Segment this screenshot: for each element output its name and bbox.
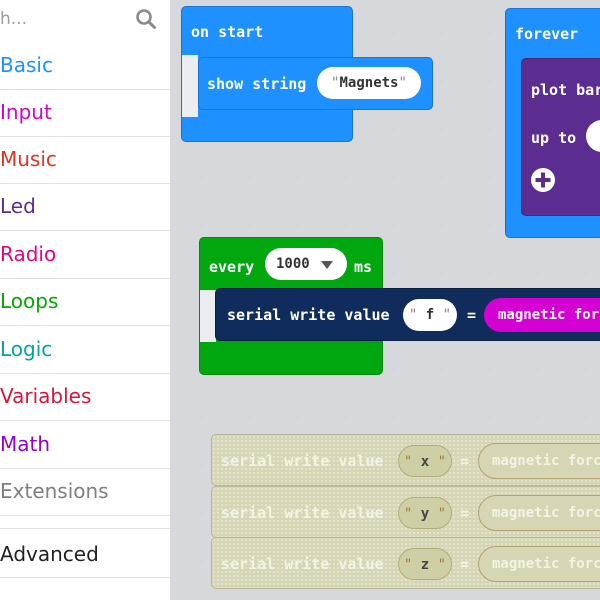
block-label: plot bar — [531, 81, 600, 99]
name-value: z — [420, 557, 430, 573]
category-label: Advanced — [0, 542, 99, 566]
quote-mark: " — [442, 307, 452, 323]
string-input[interactable]: "Magnets" — [317, 67, 421, 99]
reporter-label: magnetic force — [492, 505, 600, 521]
category-label: Math — [0, 432, 51, 456]
equals-sign: = — [467, 306, 477, 324]
name-value: x — [420, 454, 430, 470]
category-music[interactable]: Music — [0, 137, 170, 184]
equals-sign: = — [460, 555, 470, 573]
category-label: Basic — [0, 53, 53, 77]
quote-mark: " — [403, 454, 413, 470]
category-label: Radio — [0, 242, 57, 266]
string-value: Magnets — [339, 75, 399, 91]
name-input[interactable]: " x " — [398, 445, 452, 477]
block-label: forever — [515, 25, 579, 43]
block-label: serial write value — [227, 306, 390, 324]
block-label: on start — [191, 23, 264, 41]
chevron-down-icon — [321, 261, 333, 269]
disabled-serial-write-block[interactable]: serial write value " z " = magnetic forc… — [211, 537, 600, 589]
toolbox: h... Basic Input Music Led Radio Loops L… — [0, 0, 171, 600]
category-logic[interactable]: Logic — [0, 327, 170, 374]
disabled-serial-write-block[interactable]: serial write value " x " = magnetic forc… — [211, 434, 600, 486]
plus-circle-icon[interactable] — [530, 167, 556, 193]
category-label: Logic — [0, 337, 53, 361]
category-advanced[interactable]: Advanced — [0, 528, 170, 578]
block-label: serial write value — [221, 504, 384, 522]
category-label: Extensions — [0, 479, 109, 503]
equals-sign: = — [460, 504, 470, 522]
category-label: Led — [0, 194, 36, 218]
magnetic-force-reporter[interactable]: magnetic force — [478, 443, 600, 479]
name-value: y — [420, 506, 430, 522]
block-label: every — [209, 258, 255, 276]
plot-bar-graph-block[interactable]: plot bar up to — [521, 58, 600, 216]
category-label: Input — [0, 100, 52, 124]
search-input[interactable]: h... — [0, 9, 27, 29]
name-input[interactable]: " f " — [403, 299, 457, 331]
category-label: Variables — [0, 384, 92, 408]
magnetic-force-reporter[interactable]: magnetic force — [478, 495, 600, 531]
quote-mark: " — [437, 506, 447, 522]
category-extensions[interactable]: Extensions — [0, 469, 170, 516]
blocks-workspace[interactable]: on start show string "Magnets" forever p… — [171, 0, 600, 600]
name-input[interactable]: " y " — [398, 497, 452, 529]
name-input[interactable]: " z " — [398, 548, 452, 580]
quote-mark: " — [398, 75, 407, 91]
category-radio[interactable]: Radio — [0, 232, 170, 279]
category-input[interactable]: Input — [0, 90, 170, 137]
block-label: ms — [354, 258, 373, 276]
magnetic-force-reporter[interactable]: magnetic force — [478, 546, 600, 582]
category-label: Loops — [0, 289, 59, 313]
interval-value: 1000 — [276, 256, 310, 272]
up-to-input[interactable] — [586, 120, 600, 152]
block-label: up to — [531, 129, 577, 147]
equals-sign: = — [460, 452, 470, 470]
quote-mark: " — [403, 506, 413, 522]
search-icon[interactable] — [135, 8, 157, 30]
category-label: Music — [0, 147, 57, 171]
block-label: serial write value — [221, 452, 384, 470]
reporter-label: magnetic force — [492, 556, 600, 572]
disabled-serial-write-block[interactable]: serial write value " y " = magnetic forc… — [211, 486, 600, 538]
quote-mark: " — [437, 557, 447, 573]
serial-write-value-block[interactable]: serial write value " f " = magnetic forc… — [215, 288, 600, 341]
category-variables[interactable]: Variables — [0, 374, 170, 421]
category-math[interactable]: Math — [0, 422, 170, 469]
interval-dropdown[interactable]: 1000 — [265, 248, 347, 280]
block-mouth — [182, 55, 198, 117]
quote-mark: " — [403, 557, 413, 573]
category-loops[interactable]: Loops — [0, 279, 170, 326]
magnetic-force-reporter[interactable]: magnetic force — [484, 298, 600, 332]
block-label: serial write value — [221, 555, 384, 573]
category-led[interactable]: Led — [0, 184, 170, 231]
quote-mark: " — [408, 307, 418, 323]
name-value: f — [425, 307, 435, 323]
quote-mark: " — [437, 454, 447, 470]
block-mouth — [200, 290, 216, 342]
show-string-block[interactable]: show string "Magnets" — [198, 57, 433, 110]
reporter-label: magnetic force — [498, 307, 600, 323]
category-basic[interactable]: Basic — [0, 43, 170, 90]
search-box[interactable]: h... — [0, 0, 170, 40]
reporter-label: magnetic force — [492, 453, 600, 469]
block-label: show string — [207, 75, 307, 93]
